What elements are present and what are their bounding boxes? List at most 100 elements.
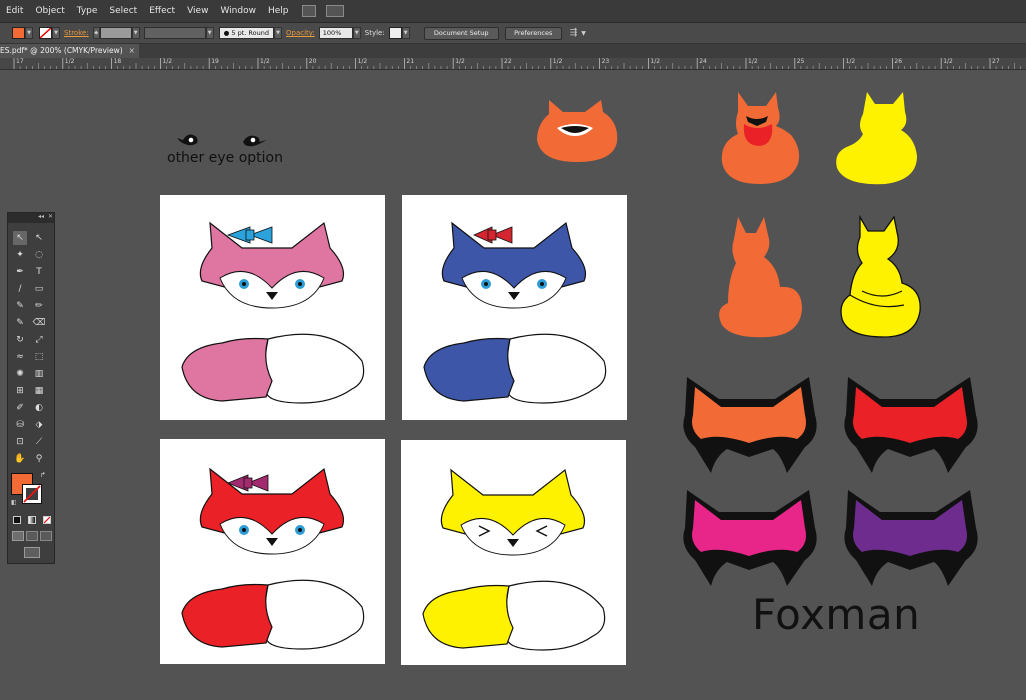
draw-behind-icon[interactable] <box>26 531 38 541</box>
ruler-label: 26 <box>894 58 903 65</box>
collapse-icon[interactable]: ◂◂ <box>38 213 44 220</box>
graphic-style-swatch[interactable] <box>388 27 402 39</box>
horizontal-ruler[interactable]: 17 1/2 18 1/2 19 1/2 20 1/2 21 1/2 22 1/2 23 1/2 24 1/2… <box>0 58 1026 70</box>
document-tab-bar: ES.pdf* @ 200% (CMYK/Preview) × <box>0 44 1026 58</box>
gradient-tool[interactable]: ▦ <box>32 384 46 398</box>
direct-selection-tool[interactable]: ↖ <box>32 231 46 245</box>
artboard-red-fox[interactable] <box>160 439 385 664</box>
menu-view[interactable]: View <box>181 0 214 22</box>
none-mode-icon[interactable] <box>43 516 51 524</box>
artboard-yellow-fox[interactable] <box>401 440 626 665</box>
ruler-label: 21 <box>406 58 415 65</box>
stroke-dropdown[interactable]: ▼ <box>52 27 60 39</box>
eyedropper-tool[interactable]: ✐ <box>13 401 27 415</box>
direct-selection-tool-icon: ↖ <box>35 233 43 243</box>
variable-width-profile[interactable] <box>143 27 206 39</box>
swap-fill-stroke-icon[interactable]: ↱ <box>40 471 46 479</box>
draw-normal-icon[interactable] <box>12 531 24 541</box>
fox-illustration-blue <box>423 221 607 404</box>
menu-object[interactable]: Object <box>29 0 70 22</box>
control-bar: ▼ ▼ Stroke: ◆ ▼ ▼ ● 5 pt. Round ▼ Opacit… <box>0 23 1026 44</box>
eye-option-caption: other eye option <box>167 150 283 166</box>
column-graph-tool[interactable]: ▥ <box>32 367 46 381</box>
stroke-swatch[interactable] <box>39 27 52 39</box>
ruler-label: 23 <box>601 58 610 65</box>
screen-mode-icon[interactable] <box>24 547 40 558</box>
live-paint-selection-tool[interactable]: ⬗ <box>32 418 46 432</box>
scale-tool[interactable]: ⤢ <box>32 333 46 347</box>
live-paint-bucket-tool[interactable]: ⛁ <box>13 418 27 432</box>
free-transform-tool[interactable]: ⬚ <box>32 350 46 364</box>
menu-help[interactable]: Help <box>262 0 295 22</box>
fox-illustration-red <box>181 467 365 650</box>
magic-wand-tool[interactable]: ✦ <box>13 248 27 262</box>
ruler-label: 1/2 <box>64 58 75 65</box>
menu-bar: Edit Object Type Select Effect View Wind… <box>0 0 1026 23</box>
menu-edit[interactable]: Edit <box>0 0 29 22</box>
artboard-blue-fox[interactable] <box>402 195 627 420</box>
stroke-weight-dropdown[interactable]: ▼ <box>131 27 140 39</box>
warp-tool-icon: ≈ <box>16 352 24 362</box>
menu-select[interactable]: Select <box>103 0 143 22</box>
zoom-tool[interactable]: ⚲ <box>32 452 46 466</box>
slice-tool[interactable]: ⟋ <box>32 435 46 449</box>
document-setup-button[interactable]: Document Setup <box>423 26 499 40</box>
brush-dropdown[interactable]: ▼ <box>274 27 282 39</box>
stroke-color-swatch[interactable] <box>22 484 42 504</box>
menu-type[interactable]: Type <box>71 0 104 22</box>
artboard-pink-fox[interactable] <box>160 195 385 420</box>
stroke-label[interactable]: Stroke: <box>64 29 89 37</box>
line-tool[interactable]: / <box>13 282 27 296</box>
arrange-icon[interactable]: ⇶ <box>570 28 578 38</box>
type-tool-icon: T <box>36 267 42 277</box>
color-mode-icon[interactable] <box>13 516 21 524</box>
opacity-label[interactable]: Opacity: <box>286 29 315 37</box>
lasso-tool[interactable]: ◌ <box>32 248 46 262</box>
symbol-sprayer-tool[interactable]: ✺ <box>13 367 27 381</box>
profile-dropdown[interactable]: ▼ <box>205 27 214 39</box>
warp-tool[interactable]: ≈ <box>13 350 27 364</box>
rectangle-tool[interactable]: ▭ <box>32 282 46 296</box>
menu-effect[interactable]: Effect <box>143 0 181 22</box>
blob-brush-tool[interactable]: ✎ <box>13 316 27 330</box>
close-icon[interactable]: × <box>129 44 135 58</box>
tools-panel-header[interactable]: ◂◂ ✕ <box>8 213 54 223</box>
brush-definition[interactable]: ● 5 pt. Round <box>218 27 274 39</box>
hand-tool-icon: ✋ <box>14 454 26 464</box>
close-panel-icon[interactable]: ✕ <box>48 213 53 220</box>
ruler-label: 24 <box>699 58 707 65</box>
pencil-tool[interactable]: ✏ <box>32 299 46 313</box>
type-tool[interactable]: T <box>32 265 46 279</box>
eraser-tool[interactable]: ⌫ <box>32 316 46 330</box>
mesh-tool[interactable]: ⊞ <box>13 384 27 398</box>
bridge-icon[interactable] <box>302 5 317 17</box>
selection-tool[interactable]: ↖ <box>13 231 27 245</box>
default-colors-icon[interactable]: ◧ <box>11 499 17 506</box>
purple-fox-mask-icon <box>844 490 978 586</box>
hand-tool[interactable]: ✋ <box>13 452 27 466</box>
canvas[interactable]: other eye option Foxman <box>0 70 1026 700</box>
arrange-documents-icon[interactable] <box>326 5 345 17</box>
rotate-tool[interactable]: ↻ <box>13 333 27 347</box>
fill-swatch[interactable] <box>12 27 25 39</box>
stroke-weight-field[interactable] <box>99 27 132 39</box>
blend-tool[interactable]: ◐ <box>32 401 46 415</box>
panel-menu-icon[interactable]: ▼ <box>581 30 586 37</box>
style-dropdown[interactable]: ▼ <box>401 27 410 39</box>
draw-inside-icon[interactable] <box>40 531 52 541</box>
opacity-field[interactable]: 100% <box>318 27 353 39</box>
ruler-label: 1/2 <box>455 58 465 65</box>
pen-tool[interactable]: ✒ <box>13 265 27 279</box>
orange-fox-mask-icon <box>683 377 817 473</box>
fill-dropdown[interactable]: ▼ <box>25 27 33 39</box>
gradient-mode-icon[interactable] <box>28 516 36 524</box>
stroke-weight-stepper[interactable]: ◆ <box>92 27 100 39</box>
preferences-button[interactable]: Preferences <box>504 26 562 40</box>
opacity-dropdown[interactable]: ▼ <box>352 27 361 39</box>
document-tab[interactable]: ES.pdf* @ 200% (CMYK/Preview) × <box>0 44 139 58</box>
paintbrush-tool[interactable]: ✎ <box>13 299 27 313</box>
menu-window[interactable]: Window <box>214 0 262 22</box>
pencil-tool-icon: ✏ <box>35 301 43 311</box>
artboard-tool[interactable]: ⊡ <box>13 435 27 449</box>
blob-brush-tool-icon: ✎ <box>16 318 24 328</box>
